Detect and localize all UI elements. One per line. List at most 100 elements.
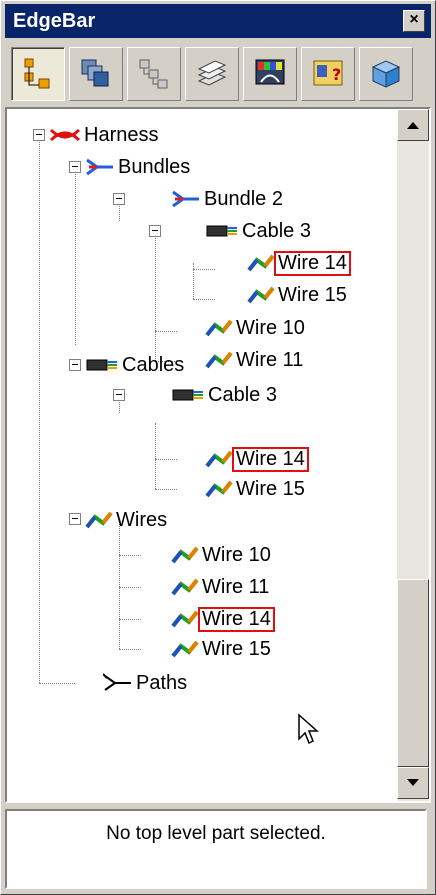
harness-icon xyxy=(49,128,81,142)
tree-node-label: Wires xyxy=(116,508,168,531)
tab-hierarchy[interactable] xyxy=(127,47,181,101)
tree-node-label: Wire 14 xyxy=(274,250,351,276)
tree-node-cables-wire-14[interactable]: Wire 14 xyxy=(205,444,309,474)
wire-icon xyxy=(205,480,233,498)
tree-node-label: Paths xyxy=(136,671,188,694)
cable-icon xyxy=(172,389,203,401)
tree-node-label: Cable 3 xyxy=(242,219,311,242)
tree-node-harness[interactable]: Harness xyxy=(49,120,161,150)
close-button[interactable]: × xyxy=(403,10,425,32)
tree-connector xyxy=(155,489,177,490)
title-bar[interactable]: EdgeBar × xyxy=(5,4,431,38)
tree-node-wire-15[interactable]: Wire 15 xyxy=(247,280,350,310)
wire-icon xyxy=(205,450,233,468)
close-icon: × xyxy=(409,11,419,28)
collapse-bundle2-toggle[interactable] xyxy=(113,193,125,205)
tree-node-wires-wire-11[interactable]: Wire 11 xyxy=(171,572,272,602)
collapse-wires-toggle[interactable] xyxy=(69,513,81,525)
tree-node-label: Cable 3 xyxy=(208,383,277,406)
svg-text:?: ? xyxy=(332,65,341,84)
collapse-harness-toggle[interactable] xyxy=(33,129,45,141)
mouse-cursor-icon xyxy=(297,713,321,752)
tree-node-wires-wire-15[interactable]: Wire 15 xyxy=(171,634,274,664)
tree-node-wires[interactable]: Wires xyxy=(85,505,170,535)
tree-node-bundles[interactable]: Bundles xyxy=(85,152,193,182)
window-title: EdgeBar xyxy=(13,10,96,32)
tree-connector xyxy=(193,269,215,270)
help-info-icon: ? xyxy=(313,60,343,86)
tree-connector xyxy=(155,331,177,332)
edgebar-tab-bar: ? xyxy=(5,41,431,105)
scroll-down-button[interactable] xyxy=(397,767,429,799)
tree-node-wire-11[interactable]: Wire 11 xyxy=(205,345,306,375)
tree-connector xyxy=(39,683,75,684)
tree-connector xyxy=(39,135,40,683)
tree-connector xyxy=(119,555,141,556)
collapse-cables-cable3-toggle[interactable] xyxy=(113,389,125,401)
tree-node-cables-wire-15[interactable]: Wire 15 xyxy=(205,474,308,504)
tab-view[interactable] xyxy=(359,47,413,101)
collapse-cables-toggle[interactable] xyxy=(69,359,81,371)
wire-icon xyxy=(171,610,199,628)
assembly-tree-icon xyxy=(24,58,50,89)
tab-display[interactable] xyxy=(243,47,297,101)
collapse-cable3-toggle[interactable] xyxy=(149,225,161,237)
tree-node-label: Wire 11 xyxy=(202,575,270,598)
edgebar-window: EdgeBar × ? Harness Bundles Bundle 2 Cab… xyxy=(0,0,436,895)
tab-layers[interactable] xyxy=(185,47,239,101)
tab-parts[interactable] xyxy=(69,47,123,101)
cable-icon xyxy=(206,225,237,237)
tree-connector xyxy=(75,167,76,345)
tree-node-cables[interactable]: Cables xyxy=(85,350,187,380)
tab-assembly-tree[interactable] xyxy=(11,47,65,101)
harness-tree: Harness Bundles Bundle 2 Cable 3 Wire 14… xyxy=(7,109,395,801)
wire-icon xyxy=(171,578,199,596)
tree-node-wire-14[interactable]: Wire 14 xyxy=(247,248,351,278)
tree-node-paths[interactable]: Paths xyxy=(103,668,190,698)
scroll-up-button[interactable] xyxy=(397,109,429,141)
tree-connector xyxy=(119,519,120,649)
collapse-bundles-toggle[interactable] xyxy=(69,161,81,173)
bundle-icon xyxy=(86,158,113,176)
tree-node-label: Cables xyxy=(122,353,185,376)
tree-node-wires-wire-10[interactable]: Wire 10 xyxy=(171,540,274,570)
vertical-scrollbar[interactable] xyxy=(397,109,429,801)
tree-node-cables-cable-3[interactable]: Cable 3 xyxy=(171,380,280,410)
tree-connector xyxy=(119,587,141,588)
cable-icon xyxy=(86,359,117,371)
status-panel: No top level part selected. xyxy=(5,809,427,889)
tree-node-label: Wire 10 xyxy=(202,543,271,566)
tree-node-label: Bundles xyxy=(118,155,191,178)
tree-node-label: Wire 15 xyxy=(278,283,347,306)
view-orient-icon xyxy=(371,60,401,88)
tree-connector xyxy=(193,299,215,300)
tree-panel: Harness Bundles Bundle 2 Cable 3 Wire 14… xyxy=(5,107,431,803)
tree-node-label: Wire 14 xyxy=(232,446,309,472)
tree-node-wire-10[interactable]: Wire 10 xyxy=(205,313,308,343)
tree-node-label: Bundle 2 xyxy=(204,187,283,210)
wire-icon xyxy=(205,319,233,337)
tab-help[interactable]: ? xyxy=(301,47,355,101)
tree-node-bundle-2[interactable]: Bundle 2 xyxy=(171,184,286,214)
hierarchy-icon xyxy=(139,59,168,89)
tree-node-label: Wire 15 xyxy=(202,637,271,660)
wire-icon xyxy=(247,254,275,272)
wire-icon xyxy=(171,640,199,658)
tree-connector xyxy=(155,231,156,361)
arrow-up-icon xyxy=(407,122,419,129)
wire-icon xyxy=(247,286,275,304)
tree-node-label: Wire 10 xyxy=(236,316,305,339)
tree-node-label: Wire 11 xyxy=(236,348,304,371)
tree-connector xyxy=(119,619,141,620)
tree-node-cable-3[interactable]: Cable 3 xyxy=(205,216,314,246)
arrow-down-icon xyxy=(407,779,419,786)
wire-icon xyxy=(171,546,199,564)
paths-icon xyxy=(103,673,131,691)
wire-icon xyxy=(205,351,233,369)
scroll-thumb[interactable] xyxy=(397,579,429,767)
tree-node-wires-wire-14[interactable]: Wire 14 xyxy=(171,604,275,634)
tree-node-label: Wire 14 xyxy=(198,606,275,632)
tree-node-label: Wire 15 xyxy=(236,477,305,500)
bundle-icon xyxy=(172,190,199,208)
tree-connector xyxy=(155,423,156,489)
